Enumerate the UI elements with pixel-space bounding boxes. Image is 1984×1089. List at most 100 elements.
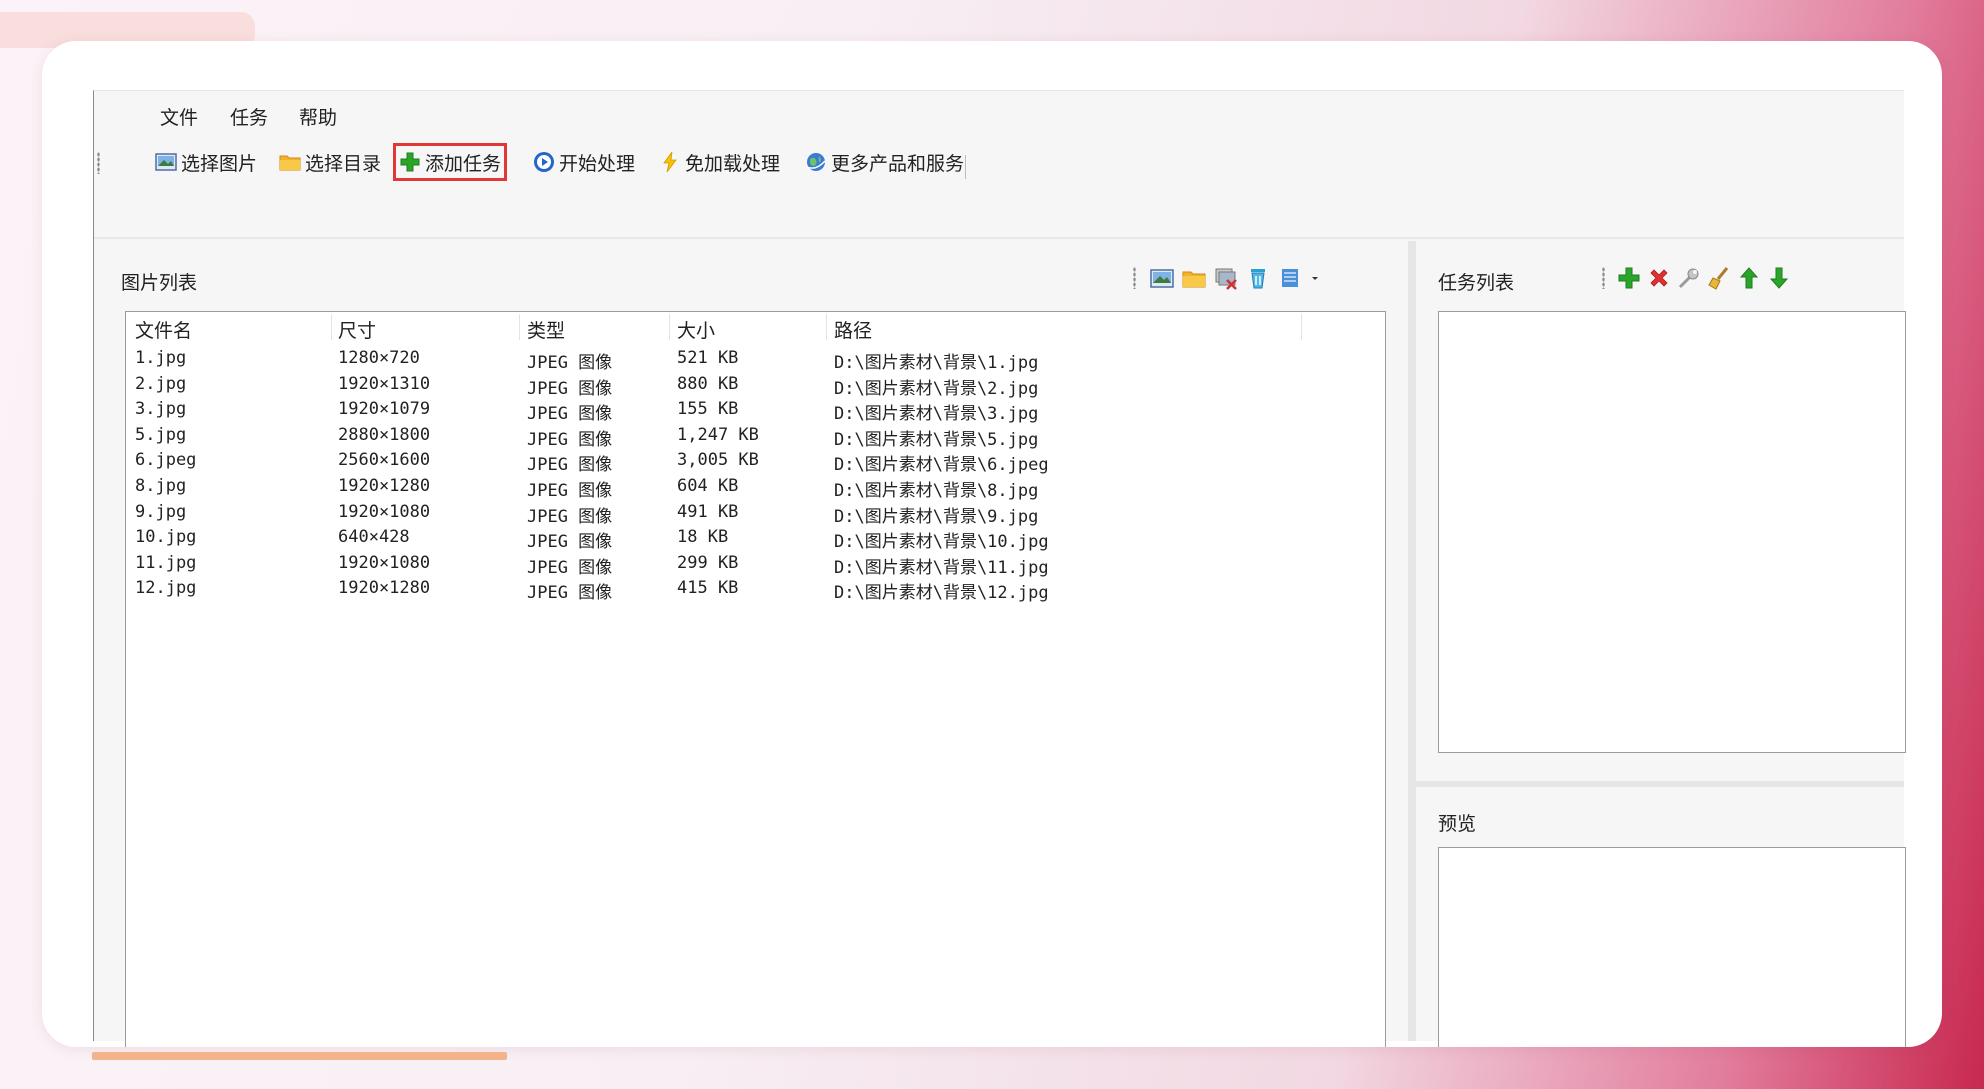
cell-dimensions: 640×428 bbox=[338, 527, 410, 548]
more-products-button[interactable]: 更多产品和服务 bbox=[802, 146, 967, 178]
view-list-icon[interactable] bbox=[1278, 266, 1302, 290]
task-list-title: 任务列表 bbox=[1438, 272, 1515, 294]
task-panel: 任务列表 预览 bbox=[1416, 241, 1906, 1047]
cell-filesize: 1,247 KB bbox=[677, 424, 759, 445]
preview-area bbox=[1438, 847, 1906, 1047]
cell-type: JPEG 图像 bbox=[527, 532, 613, 553]
column-header-filesize[interactable]: 大小 bbox=[677, 316, 715, 343]
screenshot-card: 文件 任务 帮助 选择图片 选择目录 添加任务 开始处理 免加载处理 更多产品和… bbox=[42, 41, 1942, 1047]
column-header-type[interactable]: 类型 bbox=[527, 316, 565, 343]
cell-filesize: 415 KB bbox=[677, 578, 739, 599]
column-divider[interactable] bbox=[1301, 314, 1302, 340]
cell-filename: 11.jpg bbox=[135, 552, 197, 573]
cell-dimensions: 1920×1079 bbox=[338, 399, 431, 420]
cell-type: JPEG 图像 bbox=[527, 455, 613, 476]
lightning-icon bbox=[659, 151, 681, 173]
column-divider[interactable] bbox=[669, 314, 670, 340]
cell-filename: 1.jpg bbox=[135, 348, 187, 368]
cell-type: JPEG 图像 bbox=[527, 557, 613, 578]
cell-filename: 5.jpg bbox=[135, 424, 187, 445]
table-row[interactable]: 10.jpg 640×428 JPEG 图像 18 KB D:\图片素材\背景\10.j… bbox=[126, 525, 1385, 553]
move-up-icon[interactable] bbox=[1737, 266, 1761, 290]
column-header-filename[interactable]: 文件名 bbox=[135, 316, 192, 343]
folder-icon bbox=[279, 151, 301, 173]
column-header-path[interactable]: 路径 bbox=[834, 316, 872, 343]
menu-file[interactable]: 文件 bbox=[160, 103, 198, 130]
task-list-toolbar-grip bbox=[1602, 267, 1605, 289]
horizontal-splitter[interactable] bbox=[1416, 781, 1904, 787]
cell-path: D:\图片素材\背景\3.jpg bbox=[834, 404, 1039, 425]
cell-filesize: 491 KB bbox=[677, 501, 739, 522]
cell-filesize: 18 KB bbox=[677, 527, 729, 548]
column-divider[interactable] bbox=[331, 314, 332, 340]
background-accent-bottom bbox=[92, 1052, 507, 1060]
cell-filesize: 604 KB bbox=[677, 475, 739, 496]
table-row[interactable]: 5.jpg 2880×1800 JPEG 图像 1,247 KB D:\图片素材\背景\… bbox=[126, 423, 1385, 450]
recycle-bin-icon[interactable] bbox=[1246, 266, 1270, 290]
select-images-button[interactable]: 选择图片 bbox=[152, 146, 260, 178]
table-row[interactable]: 8.jpg 1920×1280 JPEG 图像 604 KB D:\图片素材\背景\8.… bbox=[126, 474, 1385, 501]
cell-path: D:\图片素材\背景\8.jpg bbox=[834, 480, 1039, 501]
table-row[interactable]: 6.jpeg 2560×1600 JPEG 图像 3,005 KB D:\图片素材\背景… bbox=[126, 448, 1385, 476]
edit-task-icon[interactable] bbox=[1677, 266, 1701, 290]
cell-type: JPEG 图像 bbox=[527, 353, 613, 373]
image-list-rows: 1.jpg 1280×720 JPEG 图像 521 KB D:\图片素材\背景\1.j… bbox=[126, 346, 1385, 604]
table-row[interactable]: 9.jpg 1920×1080 JPEG 图像 491 KB D:\图片素材\背景\9.… bbox=[126, 500, 1385, 527]
menu-bar: 文件 任务 帮助 bbox=[94, 91, 1904, 131]
image-list[interactable]: 文件名 尺寸 类型 大小 路径 1.jpg 1280×720 JPEG 图像 521 … bbox=[125, 311, 1386, 1047]
column-header-size[interactable]: 尺寸 bbox=[338, 316, 376, 343]
table-row[interactable]: 2.jpg 1920×1310 JPEG 图像 880 KB D:\图片素材\背景\2.… bbox=[126, 372, 1385, 399]
cell-filename: 6.jpeg bbox=[135, 450, 197, 471]
cell-dimensions: 2880×1800 bbox=[338, 424, 431, 445]
image-list-title: 图片列表 bbox=[121, 272, 198, 294]
cell-dimensions: 1920×1310 bbox=[338, 373, 431, 394]
cell-type: JPEG 图像 bbox=[527, 378, 613, 399]
cell-path: D:\图片素材\背景\5.jpg bbox=[834, 429, 1039, 450]
image-list-panel: 图片列表 文件名 尺寸 类型 大小 路径 1.jpg 1280×720 JPEG… bbox=[100, 241, 1406, 1047]
cell-type: JPEG 图像 bbox=[527, 404, 613, 425]
dropdown-arrow-icon[interactable] bbox=[1310, 266, 1320, 290]
preview-title: 预览 bbox=[1438, 813, 1477, 835]
cell-filesize: 155 KB bbox=[677, 399, 739, 420]
column-divider[interactable] bbox=[826, 314, 827, 340]
remove-images-icon[interactable] bbox=[1214, 266, 1238, 290]
add-task-button[interactable]: 添加任务 bbox=[392, 143, 508, 181]
main-toolbar: 选择图片 选择目录 添加任务 开始处理 免加载处理 更多产品和服务 bbox=[94, 136, 1904, 184]
play-icon bbox=[533, 151, 555, 173]
cell-type: JPEG 图像 bbox=[527, 583, 613, 604]
cell-type: JPEG 图像 bbox=[527, 429, 613, 450]
image-list-toolbar bbox=[1133, 266, 1320, 290]
cell-path: D:\图片素材\背景\6.jpeg bbox=[834, 455, 1049, 476]
no-load-processing-button[interactable]: 免加载处理 bbox=[656, 146, 783, 178]
cell-path: D:\图片素材\背景\10.jpg bbox=[834, 532, 1049, 553]
column-divider[interactable] bbox=[519, 314, 520, 340]
cell-path: D:\图片素材\背景\1.jpg bbox=[834, 353, 1039, 373]
add-task-icon[interactable] bbox=[1617, 266, 1641, 290]
start-processing-button[interactable]: 开始处理 bbox=[530, 146, 638, 178]
cell-filename: 10.jpg bbox=[135, 527, 197, 548]
cell-filename: 8.jpg bbox=[135, 475, 187, 496]
menu-help[interactable]: 帮助 bbox=[299, 103, 337, 130]
move-down-icon[interactable] bbox=[1767, 266, 1791, 290]
table-row[interactable]: 1.jpg 1280×720 JPEG 图像 521 KB D:\图片素材\背景\1.j… bbox=[126, 346, 1385, 373]
table-row[interactable]: 12.jpg 1920×1280 JPEG 图像 415 KB D:\图片素材\背景\1… bbox=[126, 576, 1385, 604]
picture-icon[interactable] bbox=[1150, 266, 1174, 290]
cell-filesize: 521 KB bbox=[677, 348, 739, 368]
task-list[interactable] bbox=[1438, 311, 1906, 753]
more-products-label: 更多产品和服务 bbox=[831, 152, 965, 175]
vertical-splitter[interactable] bbox=[1408, 241, 1416, 1041]
menu-task[interactable]: 任务 bbox=[230, 103, 268, 130]
table-row[interactable]: 3.jpg 1920×1079 JPEG 图像 155 KB D:\图片素材\背景\3.… bbox=[126, 397, 1385, 425]
toolbar-grip[interactable] bbox=[97, 152, 100, 174]
folder-icon[interactable] bbox=[1182, 266, 1206, 290]
select-folder-button[interactable]: 选择目录 bbox=[276, 146, 384, 178]
globe-icon bbox=[805, 151, 827, 173]
start-processing-label: 开始处理 bbox=[559, 152, 636, 175]
app-window: 文件 任务 帮助 选择图片 选择目录 添加任务 开始处理 免加载处理 更多产品和… bbox=[93, 90, 1906, 1047]
task-list-toolbar bbox=[1602, 266, 1791, 290]
cell-path: D:\图片素材\背景\11.jpg bbox=[834, 557, 1049, 578]
table-row[interactable]: 11.jpg 1920×1080 JPEG 图像 299 KB D:\图片素材\背景\1… bbox=[126, 551, 1385, 578]
delete-task-icon[interactable] bbox=[1647, 266, 1671, 290]
cell-type: JPEG 图像 bbox=[527, 506, 613, 527]
clear-tasks-icon[interactable] bbox=[1707, 266, 1731, 290]
